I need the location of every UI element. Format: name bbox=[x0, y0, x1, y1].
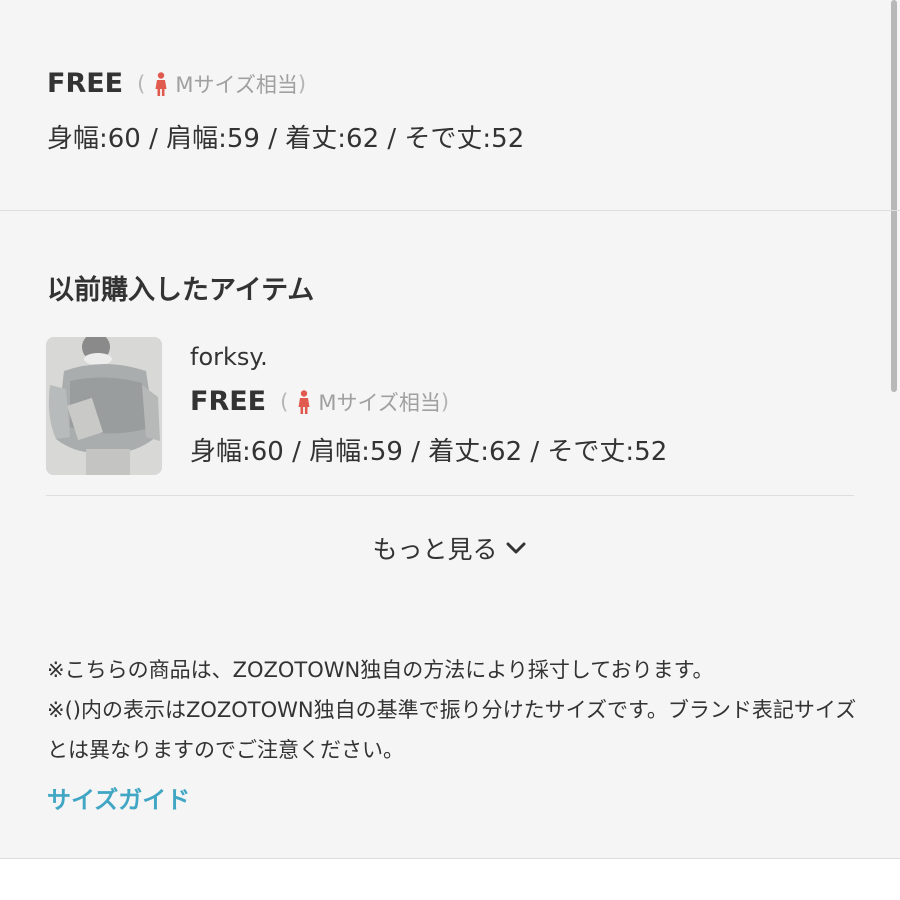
size-panel: FREE ( Mサイズ相当 ) 身幅:60 / 肩幅:59 / 着丈:62 / … bbox=[0, 0, 900, 859]
item-divider bbox=[46, 495, 854, 496]
item-size-label: FREE bbox=[190, 386, 267, 417]
note-measurement-method: ※こちらの商品は、ZOZOTOWN独自の方法により採寸しております。 bbox=[47, 658, 714, 682]
person-icon bbox=[298, 389, 310, 414]
size-label: FREE bbox=[47, 68, 124, 99]
measurements: 身幅:60 / 肩幅:59 / 着丈:62 / そで丈:52 bbox=[47, 124, 525, 154]
chevron-down-icon bbox=[506, 542, 525, 554]
show-more-label: もっと見る bbox=[372, 535, 498, 564]
size-equivalent: ( Mサイズ相当 ) bbox=[137, 69, 306, 99]
paren-open: ( bbox=[137, 71, 146, 96]
item-size-equivalent-text: Mサイズ相当 bbox=[318, 390, 441, 415]
person-icon bbox=[155, 71, 167, 96]
size-guide-link[interactable]: サイズガイド bbox=[47, 780, 190, 815]
section-title: 以前購入したアイテム bbox=[47, 275, 315, 306]
note-size-standard: ※()内の表示はZOZOTOWN独自の基準で振り分けたサイズです。ブランド表記サ… bbox=[47, 698, 857, 762]
scrollbar[interactable] bbox=[891, 0, 897, 392]
size-equivalent-text: Mサイズ相当 bbox=[175, 72, 298, 97]
size-notes: ※こちらの商品は、ZOZOTOWN独自の方法により採寸しております。 ※()内の… bbox=[47, 650, 862, 770]
paren-close: ) bbox=[297, 71, 307, 96]
item-size-equivalent: ( Mサイズ相当 ) bbox=[280, 387, 449, 417]
item-measurements: 身幅:60 / 肩幅:59 / 着丈:62 / そで丈:52 bbox=[190, 437, 668, 467]
item-size-row: FREE ( Mサイズ相当 ) bbox=[190, 386, 449, 417]
paren-close: ) bbox=[440, 389, 450, 414]
size-row: FREE ( Mサイズ相当 ) bbox=[47, 68, 306, 99]
item-thumbnail[interactable] bbox=[46, 337, 162, 475]
item-brand: forksy. bbox=[190, 343, 268, 371]
show-more-button[interactable]: もっと見る bbox=[0, 530, 900, 566]
item-photo bbox=[46, 337, 162, 475]
paren-open: ( bbox=[280, 389, 289, 414]
section-divider bbox=[0, 210, 900, 211]
